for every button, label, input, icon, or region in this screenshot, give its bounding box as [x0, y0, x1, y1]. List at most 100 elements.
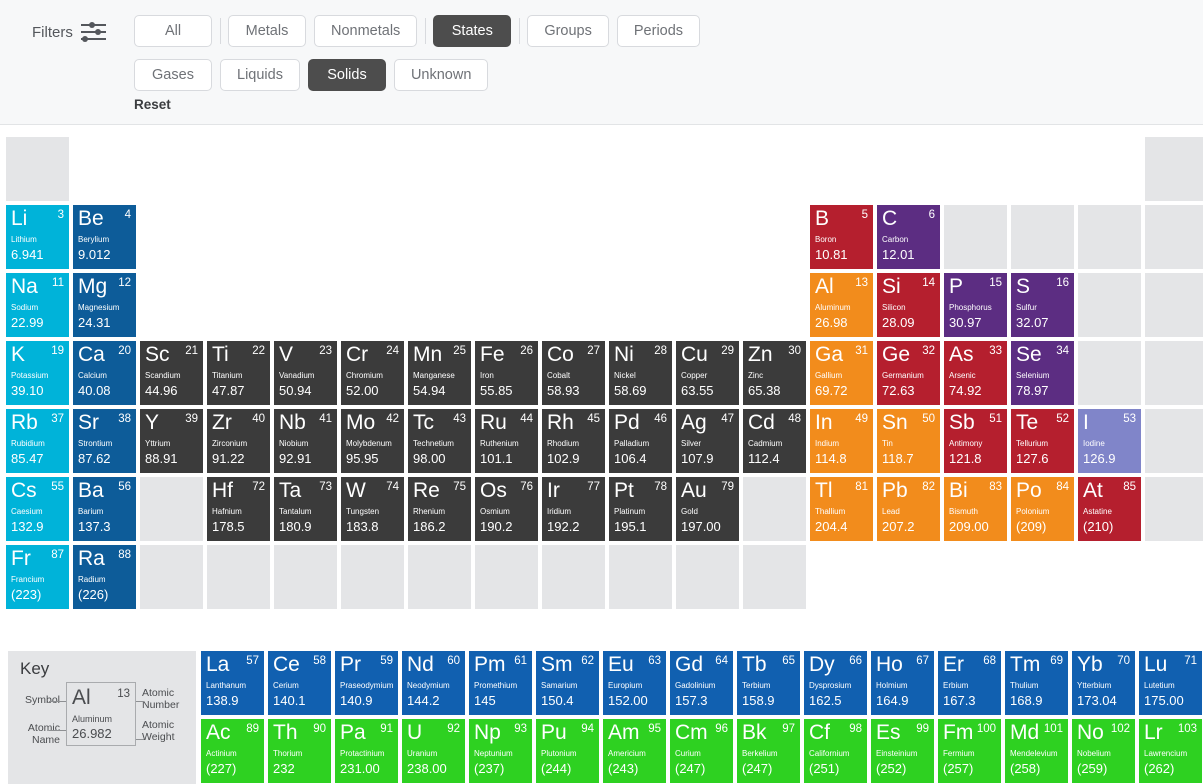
element-tile-v[interactable]: V 23 Vanadium 50.94	[274, 341, 337, 405]
element-tile-be[interactable]: Be 4 Berylium 9.012	[73, 205, 136, 269]
element-tile-sb[interactable]: Sb 51 Antimony 121.8	[944, 409, 1007, 473]
element-tile-ho[interactable]: Ho 67 Holmium 164.9	[871, 651, 934, 715]
element-tile-nb[interactable]: Nb 41 Niobium 92.91	[274, 409, 337, 473]
element-tile-tc[interactable]: Tc 43 Technetium 98.00	[408, 409, 471, 473]
element-tile-i[interactable]: I 53 Iodine 126.9	[1078, 409, 1141, 473]
element-tile-gd[interactable]: Gd 64 Gadolinium 157.3	[670, 651, 733, 715]
element-tile-ca[interactable]: Ca 20 Calcium 40.08	[73, 341, 136, 405]
filter-button-metals[interactable]: Metals	[228, 15, 306, 47]
filter-button-periods[interactable]: Periods	[616, 15, 701, 47]
element-tile-ga[interactable]: Ga 31 Gallium 69.72	[810, 341, 873, 405]
filter-button-liquids[interactable]: Liquids	[220, 59, 300, 91]
filter-button-unknown[interactable]: Unknown	[393, 59, 489, 91]
element-tile-ge[interactable]: Ge 32 Germanium 72.63	[877, 341, 940, 405]
element-tile-tl[interactable]: Tl 81 Thallium 204.4	[810, 477, 873, 541]
element-tile-w[interactable]: W 74 Tungsten 183.8	[341, 477, 404, 541]
element-tile-pd[interactable]: Pd 46 Palladium 106.4	[609, 409, 672, 473]
element-tile-fr[interactable]: Fr 87 Francium (223)	[6, 545, 69, 609]
filter-button-gases[interactable]: Gases	[134, 59, 212, 91]
element-tile-rh[interactable]: Rh 45 Rhodium 102.9	[542, 409, 605, 473]
element-tile-ce[interactable]: Ce 58 Cerium 140.1	[268, 651, 331, 715]
element-tile-bi[interactable]: Bi 83 Bismuth 209.00	[944, 477, 1007, 541]
element-tile-fe[interactable]: Fe 26 Iron 55.85	[475, 341, 538, 405]
element-tile-tb[interactable]: Tb 65 Terbium 158.9	[737, 651, 800, 715]
element-tile-co[interactable]: Co 27 Cobalt 58.93	[542, 341, 605, 405]
element-tile-al[interactable]: Al 13 Aluminum 26.98	[810, 273, 873, 337]
element-tile-in[interactable]: In 49 Indium 114.8	[810, 409, 873, 473]
filter-button-all[interactable]: All	[134, 15, 212, 47]
element-tile-dy[interactable]: Dy 66 Dysprosium 162.5	[804, 651, 867, 715]
element-tile-lu[interactable]: Lu 71 Lutetium 175.00	[1139, 651, 1202, 715]
element-tile-si[interactable]: Si 14 Silicon 28.09	[877, 273, 940, 337]
element-tile-mn[interactable]: Mn 25 Manganese 54.94	[408, 341, 471, 405]
element-tile-no[interactable]: No 102 Nobelium (259)	[1072, 719, 1135, 783]
element-tile-ba[interactable]: Ba 56 Barium 137.3	[73, 477, 136, 541]
element-tile-ac[interactable]: Ac 89 Actinium (227)	[201, 719, 264, 783]
element-tile-am[interactable]: Am 95 Americium (243)	[603, 719, 666, 783]
element-tile-mo[interactable]: Mo 42 Molybdenum 95.95	[341, 409, 404, 473]
element-tile-eu[interactable]: Eu 63 Europium 152.00	[603, 651, 666, 715]
element-tile-np[interactable]: Np 93 Neptunium (237)	[469, 719, 532, 783]
element-tile-rb[interactable]: Rb 37 Rubidium 85.47	[6, 409, 69, 473]
element-tile-ru[interactable]: Ru 44 Ruthenium 101.1	[475, 409, 538, 473]
element-tile-th[interactable]: Th 90 Thorium 232	[268, 719, 331, 783]
element-tile-at[interactable]: At 85 Astatine (210)	[1078, 477, 1141, 541]
element-tile-y[interactable]: Y 39 Yttrium 88.91	[140, 409, 203, 473]
element-tile-md[interactable]: Md 101 Mendelevium (258)	[1005, 719, 1068, 783]
element-tile-hf[interactable]: Hf 72 Hafnium 178.5	[207, 477, 270, 541]
element-tile-pm[interactable]: Pm 61 Promethium 145	[469, 651, 532, 715]
element-tile-zn[interactable]: Zn 30 Zinc 65.38	[743, 341, 806, 405]
element-tile-mg[interactable]: Mg 12 Magnesium 24.31	[73, 273, 136, 337]
element-tile-po[interactable]: Po 84 Polonium (209)	[1011, 477, 1074, 541]
element-tile-os[interactable]: Os 76 Osmium 190.2	[475, 477, 538, 541]
element-tile-ra[interactable]: Ra 88 Radium (226)	[73, 545, 136, 609]
element-tile-sc[interactable]: Sc 21 Scandium 44.96	[140, 341, 203, 405]
element-tile-tm[interactable]: Tm 69 Thulium 168.9	[1005, 651, 1068, 715]
element-tile-la[interactable]: La 57 Lanthanum 138.9	[201, 651, 264, 715]
element-tile-nd[interactable]: Nd 60 Neodymium 144.2	[402, 651, 465, 715]
element-tile-es[interactable]: Es 99 Einsteinium (252)	[871, 719, 934, 783]
element-tile-b[interactable]: B 5 Boron 10.81	[810, 205, 873, 269]
element-tile-ag[interactable]: Ag 47 Silver 107.9	[676, 409, 739, 473]
element-tile-pu[interactable]: Pu 94 Plutonium (244)	[536, 719, 599, 783]
filter-button-nonmetals[interactable]: Nonmetals	[314, 15, 418, 47]
element-tile-er[interactable]: Er 68 Erbium 167.3	[938, 651, 1001, 715]
element-tile-c[interactable]: C 6 Carbon 12.01	[877, 205, 940, 269]
element-tile-k[interactable]: K 19 Potassium 39.10	[6, 341, 69, 405]
element-tile-yb[interactable]: Yb 70 Ytterbium 173.04	[1072, 651, 1135, 715]
element-tile-cu[interactable]: Cu 29 Copper 63.55	[676, 341, 739, 405]
filter-button-groups[interactable]: Groups	[527, 15, 609, 47]
element-tile-ni[interactable]: Ni 28 Nickel 58.69	[609, 341, 672, 405]
element-tile-zr[interactable]: Zr 40 Zirconium 91.22	[207, 409, 270, 473]
element-tile-pr[interactable]: Pr 59 Praseodymium 140.9	[335, 651, 398, 715]
element-tile-sm[interactable]: Sm 62 Samarium 150.4	[536, 651, 599, 715]
element-tile-re[interactable]: Re 75 Rhenium 186.2	[408, 477, 471, 541]
element-tile-li[interactable]: Li 3 Lithium 6.941	[6, 205, 69, 269]
element-tile-pa[interactable]: Pa 91 Protactinium 231.00	[335, 719, 398, 783]
element-tile-au[interactable]: Au 79 Gold 197.00	[676, 477, 739, 541]
element-tile-cf[interactable]: Cf 98 Californium (251)	[804, 719, 867, 783]
filter-button-states[interactable]: States	[433, 15, 512, 47]
element-tile-ta[interactable]: Ta 73 Tantalum 180.9	[274, 477, 337, 541]
element-tile-cs[interactable]: Cs 55 Caesium 132.9	[6, 477, 69, 541]
element-tile-sn[interactable]: Sn 50 Tin 118.7	[877, 409, 940, 473]
element-tile-cd[interactable]: Cd 48 Cadmium 112.4	[743, 409, 806, 473]
element-tile-as[interactable]: As 33 Arsenic 74.92	[944, 341, 1007, 405]
element-tile-p[interactable]: P 15 Phosphorus 30.97	[944, 273, 1007, 337]
element-tile-cm[interactable]: Cm 96 Curium (247)	[670, 719, 733, 783]
element-tile-u[interactable]: U 92 Uranium 238.00	[402, 719, 465, 783]
reset-button[interactable]: Reset	[134, 97, 171, 112]
element-tile-fm[interactable]: Fm 100 Fermium (257)	[938, 719, 1001, 783]
filter-button-solids[interactable]: Solids	[307, 59, 386, 91]
element-tile-pb[interactable]: Pb 82 Lead 207.2	[877, 477, 940, 541]
element-tile-pt[interactable]: Pt 78 Platinum 195.1	[609, 477, 672, 541]
element-tile-ir[interactable]: Ir 77 Iridium 192.2	[542, 477, 605, 541]
element-tile-s[interactable]: S 16 Sulfur 32.07	[1011, 273, 1074, 337]
element-tile-lr[interactable]: Lr 103 Lawrencium (262)	[1139, 719, 1202, 783]
element-tile-se[interactable]: Se 34 Selenium 78.97	[1011, 341, 1074, 405]
element-tile-sr[interactable]: Sr 38 Strontium 87.62	[73, 409, 136, 473]
element-tile-te[interactable]: Te 52 Tellurium 127.6	[1011, 409, 1074, 473]
element-tile-bk[interactable]: Bk 97 Berkelium (247)	[737, 719, 800, 783]
element-tile-cr[interactable]: Cr 24 Chromium 52.00	[341, 341, 404, 405]
element-tile-na[interactable]: Na 11 Sodium 22.99	[6, 273, 69, 337]
